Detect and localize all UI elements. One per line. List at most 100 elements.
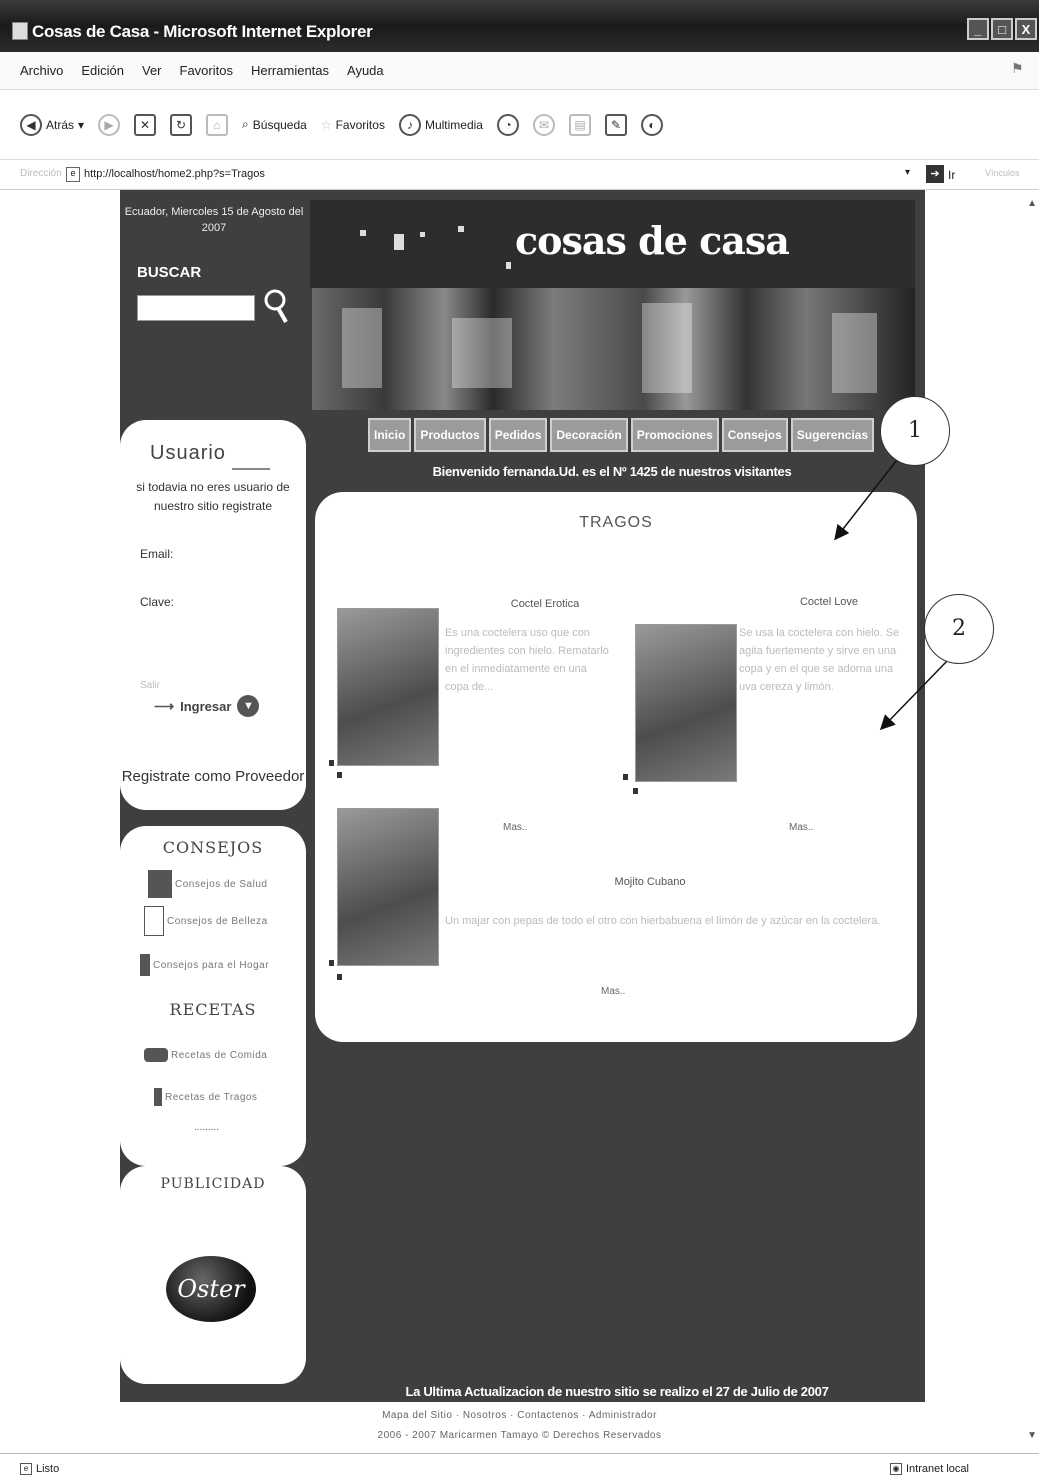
- messenger-button[interactable]: ◐: [640, 113, 663, 136]
- nav-productos[interactable]: Productos: [414, 418, 486, 452]
- product-title-mojito[interactable]: Mojito Cubano: [575, 876, 725, 888]
- nav-promociones[interactable]: Promociones: [630, 418, 719, 452]
- menu-favoritos[interactable]: Favoritos: [180, 63, 233, 78]
- refresh-icon: ↻: [170, 113, 193, 136]
- mas-link-mojito[interactable]: Mas..: [601, 986, 625, 997]
- nav-decoracion[interactable]: Decoración: [550, 418, 628, 452]
- menu-archivo[interactable]: Archivo: [20, 63, 63, 78]
- arrow-down-circle-icon: ▼: [237, 695, 260, 717]
- home-button[interactable]: ⌂: [206, 113, 229, 136]
- ingresar-button[interactable]: ⟶ Ingresar ▼: [154, 695, 260, 717]
- hogar-thumb: [140, 954, 150, 976]
- tragos-thumb: [154, 1088, 162, 1106]
- scroll-up-icon[interactable]: ▲: [1027, 198, 1037, 209]
- favorites-button[interactable]: ☆ Favoritos: [321, 118, 385, 132]
- nav-pedidos[interactable]: Pedidos: [488, 418, 548, 452]
- minimize-button[interactable]: _: [967, 18, 989, 40]
- recetas-comida-label: Recetas de Comida: [171, 1049, 268, 1061]
- recetas-tragos-label: Recetas de Tragos: [165, 1091, 258, 1103]
- edit-button[interactable]: ✎: [604, 113, 627, 136]
- mail-button[interactable]: ✉: [532, 113, 555, 136]
- publicidad-title: PUBLICIDAD: [160, 1176, 266, 1192]
- user-title: Usuario: [150, 442, 226, 464]
- product-title-love[interactable]: Coctel Love: [769, 596, 889, 608]
- intranet-icon: ◉: [890, 1463, 902, 1475]
- toolbar: ◀ Atrás ▾ ▶ ✕ ↻ ⌂ ⌕ Búsqueda ☆ Favoritos…: [0, 90, 1039, 160]
- multimedia-icon: ♪: [398, 113, 421, 136]
- bullet-square: [633, 788, 638, 794]
- deco-square: [506, 262, 511, 269]
- star-icon: ☆: [320, 117, 332, 132]
- go-arrow-icon[interactable]: ➔: [926, 165, 944, 183]
- title-bar: Cosas de Casa - Microsoft Internet Explo…: [0, 0, 1039, 52]
- product-image-erotica[interactable]: [337, 608, 439, 766]
- window-title: Cosas de Casa - Microsoft Internet Explo…: [32, 22, 373, 41]
- ingresar-label: Ingresar: [180, 698, 232, 714]
- email-label: Email:: [140, 547, 174, 561]
- mas-link-erotica[interactable]: Mas..: [503, 822, 527, 833]
- menu-herramientas[interactable]: Herramientas: [251, 63, 329, 78]
- browser-viewport: ▲ Ecuador, Miercoles 15 de Agosto del 20…: [0, 190, 1039, 1453]
- footer-update: La Ultima Actualizacion de nuestro sitio…: [405, 1384, 829, 1399]
- recetas-dots: .........: [194, 1122, 220, 1133]
- footer-copyright: 2006 - 2007 Maricarmen Tamayo © Derechos…: [377, 1430, 662, 1441]
- scroll-down-icon[interactable]: ▼: [1027, 1430, 1037, 1441]
- bullet-square: [337, 974, 342, 980]
- site-search-input[interactable]: [137, 295, 255, 321]
- nav-consejos[interactable]: Consejos: [721, 418, 788, 452]
- deco-square: [420, 232, 425, 237]
- refresh-button[interactable]: ↻: [170, 113, 193, 136]
- comida-thumb: [144, 1048, 168, 1062]
- consejos-belleza-link[interactable]: Consejos de Belleza: [144, 906, 268, 936]
- back-button[interactable]: ◀ Atrás ▾: [20, 113, 84, 136]
- user-register-hint: si todavia no eres usuario de nuestro si…: [136, 480, 290, 513]
- search-button[interactable]: ⌕ Búsqueda: [242, 117, 307, 132]
- shelf: [452, 318, 512, 388]
- menu-ayuda[interactable]: Ayuda: [347, 63, 384, 78]
- content-title: TRAGOS: [579, 514, 653, 531]
- annotation-callout-1: 1: [880, 396, 950, 466]
- favorites-label: Favoritos: [335, 117, 385, 132]
- forward-button[interactable]: ▶: [98, 113, 121, 136]
- registrate-proveedor-link[interactable]: Registrate como Proveedor: [120, 768, 306, 785]
- content-panel: TRAGOS Coctel Erotica Es una coctelera u…: [315, 492, 917, 1042]
- user-panel: Usuario si todavia no eres usuario de nu…: [120, 420, 306, 810]
- footer-links[interactable]: Mapa del Sitio · Nosotros · Contactenos …: [0, 1410, 1039, 1421]
- menu-ver[interactable]: Ver: [142, 63, 162, 78]
- edit-icon: ✎: [604, 113, 627, 136]
- recetas-title: RECETAS: [169, 1000, 257, 1019]
- recetas-comida-link[interactable]: Recetas de Comida: [144, 1048, 267, 1062]
- close-button[interactable]: X: [1015, 18, 1037, 40]
- go-button[interactable]: Ir: [948, 168, 955, 182]
- recetas-tragos-link[interactable]: Recetas de Tragos: [154, 1088, 257, 1106]
- consejos-salud-link[interactable]: Consejos de Salud: [148, 870, 267, 898]
- nav-inicio[interactable]: Inicio: [368, 418, 412, 452]
- consejos-panel: CONSEJOS Consejos de Salud Consejos de B…: [120, 826, 306, 1166]
- annotation-callout-2: 2: [924, 594, 994, 664]
- multimedia-button[interactable]: ♪ Multimedia: [398, 113, 483, 136]
- links-label[interactable]: Vínculos: [985, 168, 1020, 178]
- menu-edicion[interactable]: Edición: [81, 63, 124, 78]
- url-input[interactable]: http://localhost/home2.php?s=Tragos: [84, 168, 884, 180]
- magnifier-icon[interactable]: [262, 288, 290, 324]
- nav-sugerencias[interactable]: Sugerencias: [790, 418, 875, 452]
- product-desc-erotica: Es una coctelera uso que con ingrediente…: [445, 627, 609, 693]
- menu-bar: Archivo Edición Ver Favoritos Herramient…: [0, 52, 1039, 90]
- product-title-erotica[interactable]: Coctel Erotica: [475, 598, 615, 610]
- product-image-mojito[interactable]: [337, 808, 439, 966]
- shelf: [832, 313, 877, 393]
- maximize-button[interactable]: □: [991, 18, 1013, 40]
- print-button[interactable]: ▤: [568, 113, 591, 136]
- ie-window-icon: [12, 22, 28, 40]
- history-button[interactable]: ◔: [496, 113, 519, 136]
- site-date: Ecuador, Miercoles 15 de Agosto del 2007: [124, 206, 304, 234]
- mas-link-love[interactable]: Mas..: [789, 822, 813, 833]
- stop-icon: ✕: [134, 113, 157, 136]
- windows-flag-icon: ⚑: [1011, 60, 1024, 76]
- consejos-hogar-link[interactable]: Consejos para el Hogar: [140, 954, 269, 976]
- search-label: Búsqueda: [252, 117, 307, 132]
- stop-button[interactable]: ✕: [134, 113, 157, 136]
- oster-logo[interactable]: Oster: [166, 1256, 256, 1322]
- product-image-love[interactable]: [635, 624, 737, 782]
- url-dropdown-icon[interactable]: ▾: [905, 167, 910, 178]
